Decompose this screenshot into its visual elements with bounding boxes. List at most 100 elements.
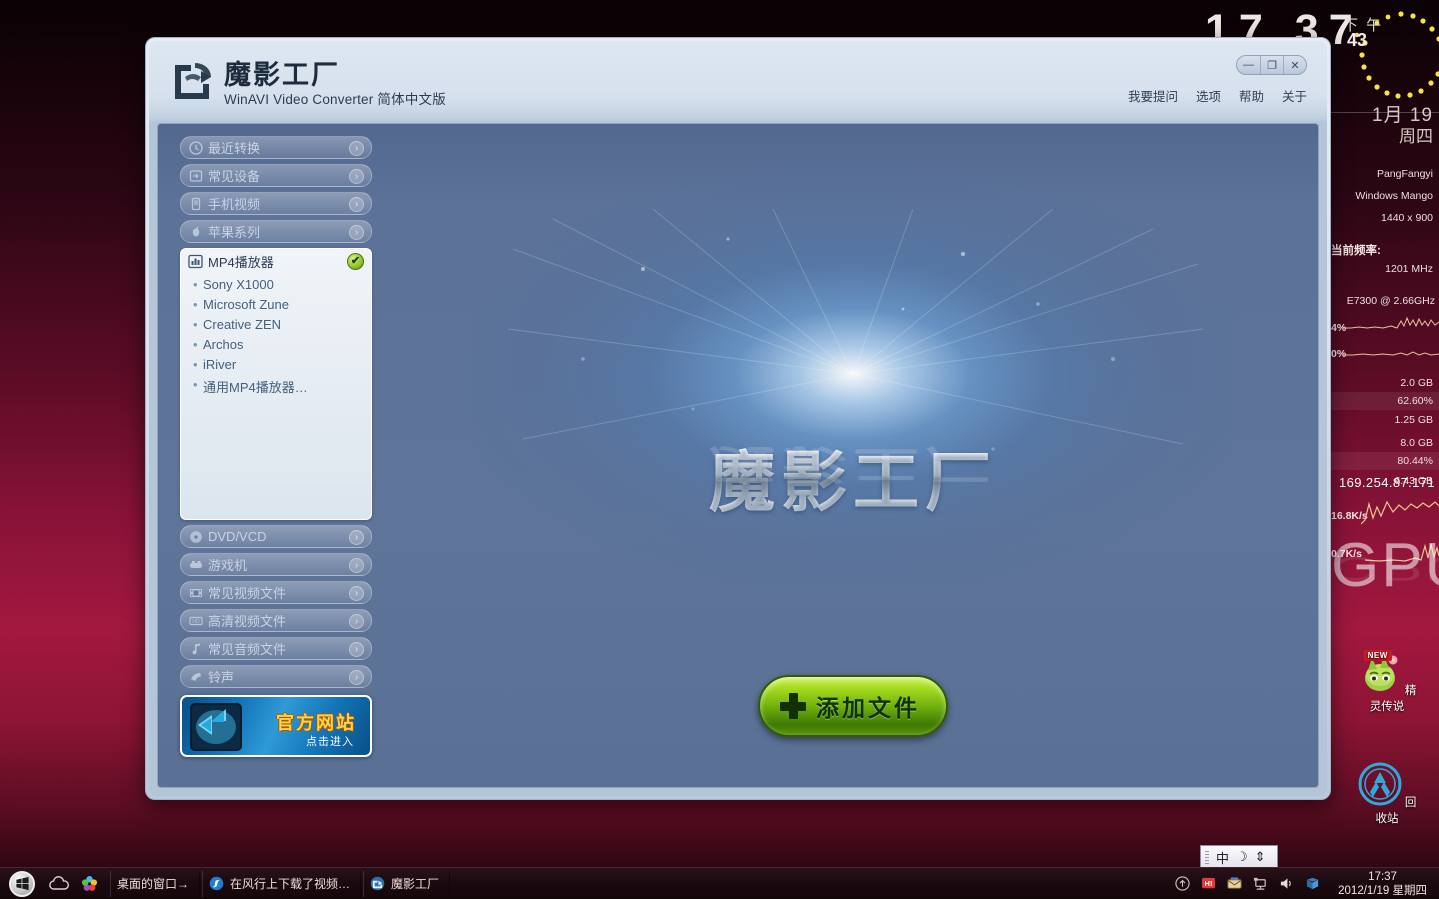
chevron-right-icon: ›: [349, 670, 364, 685]
add-file-button[interactable]: 添加文件: [758, 675, 948, 737]
sidebar-item-game-console[interactable]: 游戏机 ›: [180, 553, 372, 576]
sidebar-item-label: 高清视频文件: [208, 614, 287, 629]
start-button[interactable]: [0, 868, 44, 899]
window-titlebar: 魔影工厂 WinAVI Video Converter 简体中文版 — ❐ ✕ …: [149, 41, 1327, 123]
sidebar-item-dvd-vcd[interactable]: DVD/VCD ›: [180, 525, 372, 548]
taskbar-button-desktop[interactable]: 桌面的窗口→: [110, 870, 201, 897]
ime-language-bar[interactable]: 中 ☽ ⇕: [1200, 845, 1278, 869]
sidebar-item-label: MP4播放器: [208, 255, 274, 270]
app-logo-icon: [175, 63, 211, 99]
chevron-right-icon: ›: [349, 225, 364, 240]
list-item[interactable]: 通用MP4播放器…: [181, 374, 371, 398]
list-item[interactable]: Sony X1000: [181, 274, 371, 294]
store-icon[interactable]: [1304, 875, 1321, 892]
music-note-icon: [189, 642, 203, 656]
check-circle-icon: ✔: [347, 253, 364, 270]
close-button[interactable]: ✕: [1283, 56, 1306, 74]
chevron-right-icon: ›: [349, 558, 364, 573]
gamepad-icon: [189, 558, 203, 572]
minimize-button[interactable]: —: [1237, 56, 1260, 74]
gadget-ram-percent: 62.60%: [1397, 395, 1433, 407]
svg-text:HD: HD: [192, 619, 200, 625]
titlebar-menu: 我要提问 选项 帮助 关于: [1128, 86, 1307, 105]
show-hidden-icons-button[interactable]: [1174, 875, 1191, 892]
sidebar-item-ringtone[interactable]: 铃声 ›: [180, 665, 372, 688]
sidebar-item-common-audio[interactable]: 常见音频文件 ›: [180, 637, 372, 660]
gadget-ram-used: 1.25 GB: [1394, 414, 1433, 426]
app-subtitle: WinAVI Video Converter 简体中文版: [224, 92, 446, 107]
hd-icon: HD: [189, 614, 203, 628]
cpu-core2-sparkline: [1343, 351, 1439, 356]
plus-icon: [780, 693, 806, 719]
cloud-icon: [49, 875, 69, 890]
network-icon[interactable]: [1252, 875, 1269, 892]
sidebar-item-recent[interactable]: 最近转换 ›: [180, 136, 372, 159]
cpu-core1-sparkline: [1343, 316, 1439, 329]
quicklaunch-cloud[interactable]: [44, 868, 74, 899]
apple-icon: [189, 225, 203, 239]
official-website-banner[interactable]: 官方网站 点击进入: [180, 695, 372, 757]
gadget-os: Windows Mango: [1355, 190, 1433, 202]
category-sidebar: 最近转换 › 常见设备 › 手机视频 › 苹果系列 › MP4播放器 ✔ • S…: [180, 136, 372, 777]
gadget-weekday: 周四: [1399, 127, 1433, 146]
bell-icon: [189, 670, 203, 684]
gadget-gpu-label-reflection: GPU: [1331, 549, 1439, 588]
banner-subtitle: 点击进入: [306, 736, 354, 748]
taskbar-button-winavi[interactable]: 魔影工厂: [363, 870, 451, 897]
application-window: 魔影工厂 WinAVI Video Converter 简体中文版 — ❐ ✕ …: [145, 37, 1331, 800]
gadget-username: PangFangyi: [1376, 168, 1433, 180]
taskbar-clock[interactable]: 17:37 2012/1/19 星期四: [1330, 870, 1433, 898]
sidebar-item-label: 游戏机: [208, 558, 248, 573]
sidebar-item-label: 常见设备: [208, 169, 261, 184]
monitor-arrow-icon: [190, 703, 242, 751]
chevron-right-icon: ›: [349, 614, 364, 629]
sidebar-item-label: 苹果系列: [208, 225, 261, 240]
colorful-flower-icon: [81, 876, 97, 891]
gadget-cpu-model: E7300 @ 2.66GHz: [1346, 295, 1435, 307]
list-item[interactable]: Archos: [181, 334, 371, 354]
chevron-right-icon: ›: [349, 586, 364, 601]
sidebar-item-hd-video[interactable]: HD 高清视频文件 ›: [180, 609, 372, 632]
sidebar-item-label: 最近转换: [208, 141, 261, 156]
svg-text:H!: H!: [1205, 879, 1213, 888]
clock-time: 17:37: [1368, 870, 1397, 883]
ime-mode-chinese[interactable]: 中: [1216, 848, 1229, 867]
main-stage: 魔影工厂 魔影工厂 添加文件: [388, 124, 1318, 787]
menu-item-options[interactable]: 选项: [1196, 86, 1221, 105]
chevron-right-icon: ›: [349, 530, 364, 545]
mail-icon[interactable]: [1226, 875, 1243, 892]
phone-icon: [189, 197, 203, 211]
menu-item-ask[interactable]: 我要提问: [1128, 86, 1178, 105]
winavi-icon: [370, 876, 385, 891]
gadget-resolution: 1440 x 900: [1381, 212, 1433, 224]
ime-toolbox-icon[interactable]: ⇕: [1255, 849, 1266, 865]
funshion-icon: [209, 876, 224, 891]
banner-title: 官方网站: [276, 713, 356, 733]
gadget-ram-total: 2.0 GB: [1400, 377, 1433, 389]
app-title: 魔影工厂: [224, 60, 340, 90]
drag-handle-icon[interactable]: [1205, 850, 1209, 864]
gadget-freq-value: 1201 MHz: [1385, 263, 1433, 275]
clock-date: 2012/1/19 星期四: [1338, 884, 1427, 897]
sidebar-item-phone-video[interactable]: 手机视频 ›: [180, 192, 372, 215]
window-controls[interactable]: — ❐ ✕: [1236, 55, 1307, 75]
quicklaunch-flower[interactable]: [74, 868, 104, 899]
sidebar-item-common-video[interactable]: 常见视频文件 ›: [180, 581, 372, 604]
sidebar-item-apple[interactable]: 苹果系列 ›: [180, 220, 372, 243]
volume-icon[interactable]: [1278, 875, 1295, 892]
list-item[interactable]: iRiver: [181, 354, 371, 374]
clock-icon: [189, 140, 203, 155]
ime-pen-icon[interactable]: ☽: [1236, 849, 1248, 865]
gadget-page-total: 8.0 GB: [1400, 437, 1433, 449]
taskbar-button-funshion[interactable]: 在风行上下载了视频…: [202, 870, 362, 897]
menu-item-help[interactable]: 帮助: [1239, 86, 1264, 105]
gadget-minutes: 43: [1347, 30, 1368, 50]
sidebar-item-mp4-player[interactable]: MP4播放器 ✔: [181, 249, 371, 274]
list-item[interactable]: Microsoft Zune: [181, 294, 371, 314]
maximize-button[interactable]: ❐: [1260, 56, 1283, 74]
list-item[interactable]: Creative ZEN: [181, 314, 371, 334]
menu-item-about[interactable]: 关于: [1282, 86, 1307, 105]
hi-icon[interactable]: H!: [1200, 875, 1217, 892]
sidebar-item-common-devices[interactable]: 常见设备 ›: [180, 164, 372, 187]
gadget-freq-label: 当前频率:: [1331, 245, 1381, 257]
